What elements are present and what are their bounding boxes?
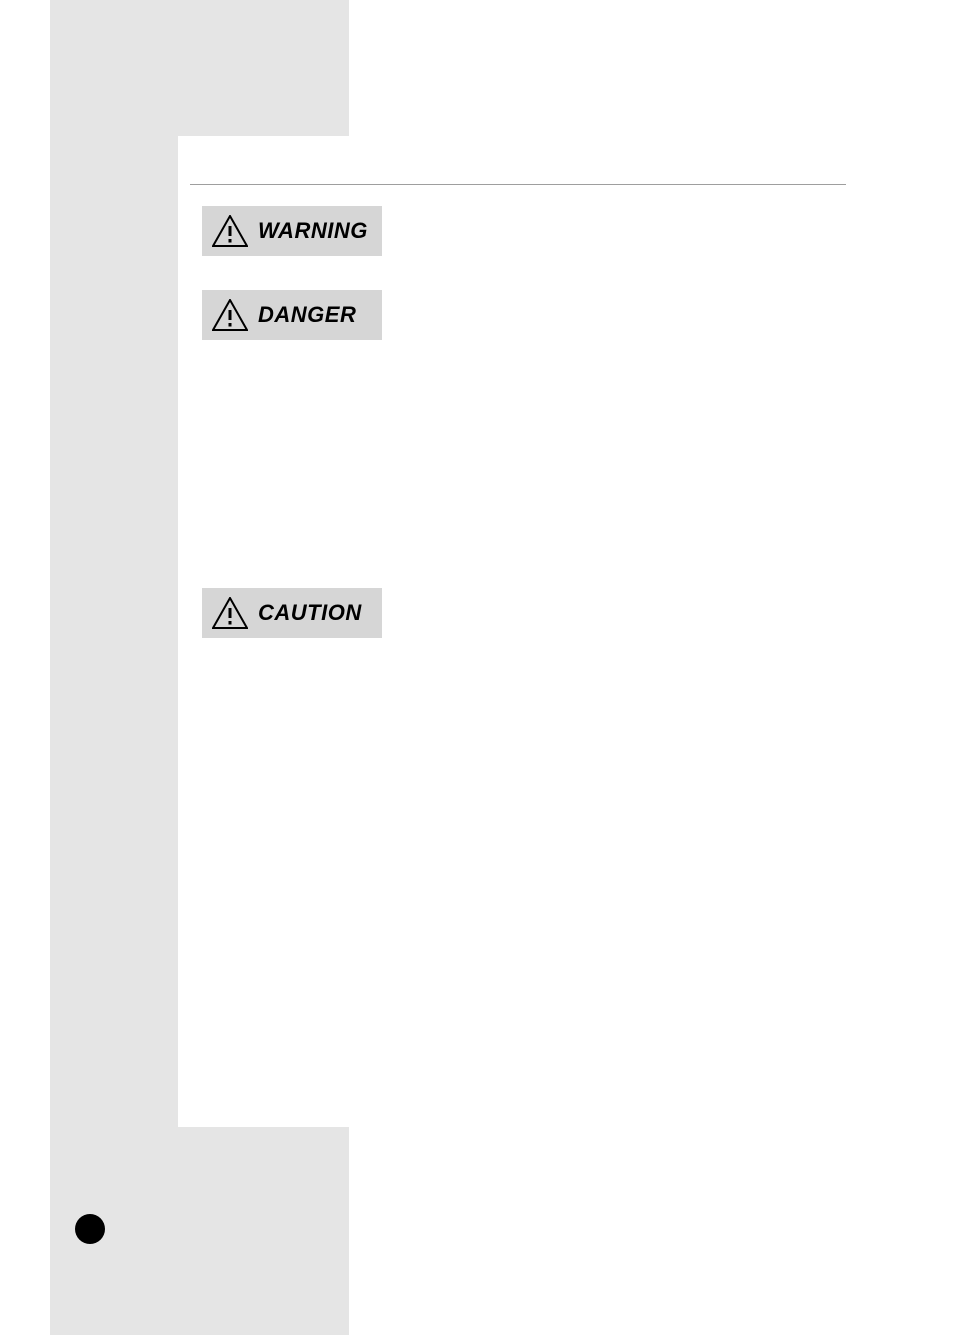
danger-callout: DANGER (202, 290, 382, 340)
bottom-left-gray-block (178, 1127, 349, 1335)
horizontal-rule (190, 184, 846, 185)
warning-triangle-icon (212, 299, 248, 331)
caution-label: CAUTION (258, 600, 362, 626)
top-left-gray-block (178, 0, 349, 136)
warning-triangle-icon (212, 215, 248, 247)
caution-callout: CAUTION (202, 588, 382, 638)
warning-label: WARNING (258, 218, 368, 244)
page-number-dot (75, 1214, 105, 1244)
left-margin-band (50, 0, 178, 1335)
warning-callout: WARNING (202, 206, 382, 256)
danger-label: DANGER (258, 302, 356, 328)
warning-triangle-icon (212, 597, 248, 629)
